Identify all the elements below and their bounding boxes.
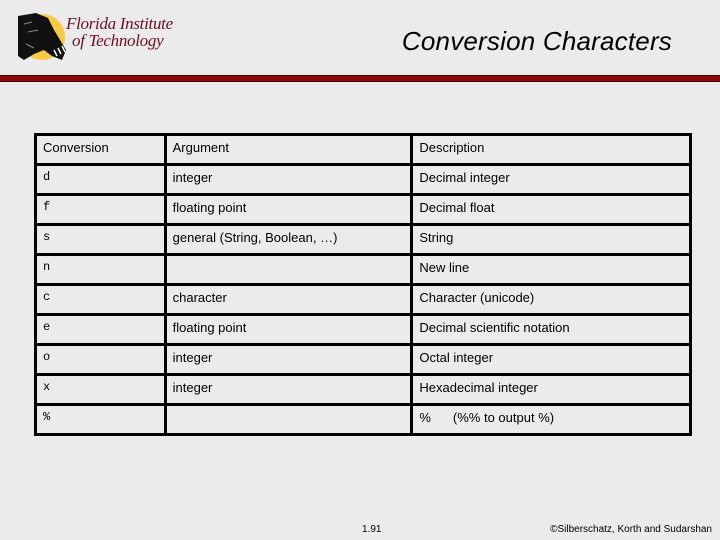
description-cell: Octal integer — [410, 343, 692, 376]
argument-cell: general (String, Boolean, …) — [163, 223, 414, 256]
description-cell: Hexadecimal integer — [410, 373, 692, 406]
table-row: c character Character (unicode) — [34, 283, 692, 316]
description-cell: String — [410, 223, 692, 256]
table-row: d integer Decimal integer — [34, 163, 692, 196]
conversion-cell: % — [34, 403, 167, 436]
conversion-cell: d — [34, 163, 167, 196]
header-argument: Argument — [163, 133, 414, 166]
description-cell: Decimal integer — [410, 163, 692, 196]
table-row: n New line — [34, 253, 692, 286]
logo-line-2: of Technology — [72, 31, 164, 50]
table-row: x integer Hexadecimal integer — [34, 373, 692, 406]
page-number: 1.91 — [362, 524, 382, 535]
panther-logo-icon — [18, 13, 66, 60]
table-row: % % (%% to output %) — [34, 403, 692, 436]
slide-title: Conversion Characters — [401, 26, 672, 56]
table-row: o integer Octal integer — [34, 343, 692, 376]
argument-cell: integer — [163, 343, 414, 376]
conversion-cell: x — [34, 373, 167, 406]
table-row: s general (String, Boolean, …) String — [34, 223, 692, 256]
argument-cell: integer — [163, 373, 414, 406]
header-conversion: Conversion — [34, 133, 167, 166]
argument-cell: floating point — [163, 193, 414, 226]
argument-cell — [163, 253, 414, 286]
table-row: f floating point Decimal float — [34, 193, 692, 226]
argument-cell: character — [163, 283, 414, 316]
logo-text: Florida Institute of Technology — [66, 15, 173, 49]
description-cell: % (%% to output %) — [410, 403, 692, 436]
fit-logo: Florida Institute of Technology — [14, 10, 184, 64]
argument-cell: integer — [163, 163, 414, 196]
description-cell: New line — [410, 253, 692, 286]
argument-cell — [163, 403, 414, 436]
table-header-row: Conversion Argument Description — [34, 133, 692, 166]
conversion-table: Conversion Argument Description d intege… — [34, 133, 692, 436]
percent-symbol: % — [419, 410, 431, 425]
description-cell: Decimal float — [410, 193, 692, 226]
conversion-cell: f — [34, 193, 167, 226]
conversion-cell: s — [34, 223, 167, 256]
description-cell: Character (unicode) — [410, 283, 692, 316]
conversion-cell: c — [34, 283, 167, 316]
argument-cell: floating point — [163, 313, 414, 346]
percent-note: (%% to output %) — [452, 410, 555, 425]
conversion-cell: n — [34, 253, 167, 286]
copyright-notice: ©Silberschatz, Korth and Sudarshan — [550, 524, 712, 535]
header-description: Description — [410, 133, 692, 166]
conversion-cell: e — [34, 313, 167, 346]
description-cell: Decimal scientific notation — [410, 313, 692, 346]
conversion-cell: o — [34, 343, 167, 376]
table-row: e floating point Decimal scientific nota… — [34, 313, 692, 346]
title-divider — [0, 75, 720, 82]
